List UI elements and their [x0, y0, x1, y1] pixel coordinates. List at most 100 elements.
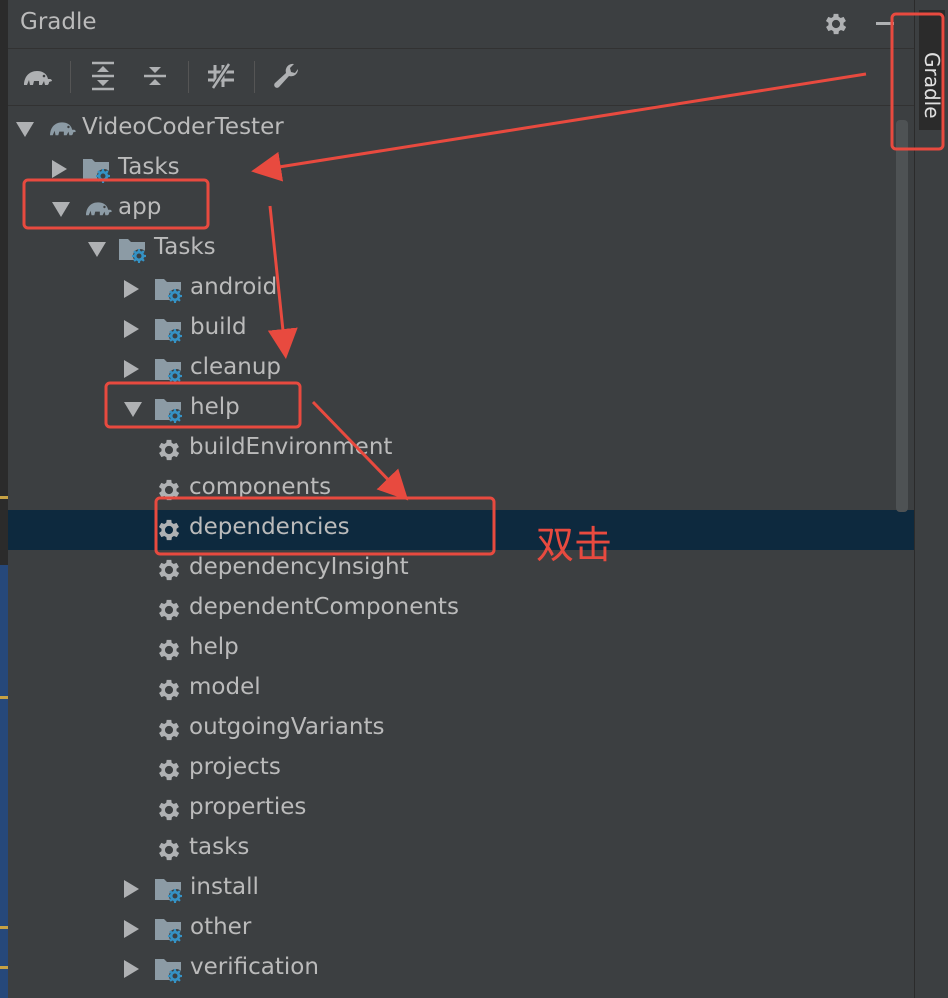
collapsed-arrow-icon[interactable] [124, 280, 142, 298]
task-group-help-label: help [190, 394, 240, 420]
task-group-android-label: android [190, 274, 278, 300]
gradle-elephant-icon [82, 195, 114, 225]
toolbar-separator [254, 61, 255, 93]
offline-icon [208, 62, 234, 90]
task-folder-icon [154, 395, 186, 425]
tree-node-app-tasks[interactable]: Tasks [8, 230, 914, 270]
expanded-arrow-icon[interactable] [124, 400, 142, 418]
task-dependentComponents-label: dependentComponents [189, 594, 459, 620]
task-tasks-label: tasks [189, 834, 250, 860]
tree-node-app-label: app [118, 194, 162, 220]
gradle-side-tab-label: Gradle [920, 52, 944, 119]
collapsed-arrow-icon[interactable] [52, 160, 70, 178]
task-dependencyInsight-label: dependencyInsight [189, 554, 409, 580]
task-group-help[interactable]: help [8, 390, 914, 430]
task-group-build-label: build [190, 314, 247, 340]
task-group-install[interactable]: install [8, 870, 914, 910]
collapse-all-button[interactable] [138, 59, 172, 93]
task-components-label: components [189, 474, 332, 500]
task-dependentComponents[interactable]: dependentComponents [8, 590, 914, 630]
task-properties[interactable]: properties [8, 790, 914, 830]
task-group-build[interactable]: build [8, 310, 914, 350]
tool-window-header: Gradle [8, 0, 914, 49]
gear-icon [155, 476, 187, 506]
collapsed-arrow-icon[interactable] [124, 360, 142, 378]
gear-icon[interactable] [822, 10, 850, 42]
gutter-marker [0, 696, 8, 699]
wrench-icon [274, 63, 299, 88]
toolbar-separator [188, 61, 189, 93]
gear-icon [155, 796, 187, 826]
editor-selection-highlight [0, 565, 8, 998]
expanded-arrow-icon[interactable] [52, 200, 70, 218]
gradle-task-tree: VideoCoderTester Tasks app Tasks android buil… [8, 110, 914, 998]
gear-icon [155, 556, 187, 586]
task-properties-label: properties [189, 794, 307, 820]
task-folder-icon [154, 915, 186, 945]
tree-node-root-tasks[interactable]: Tasks [8, 150, 914, 190]
task-group-android[interactable]: android [8, 270, 914, 310]
tree-scrollbar[interactable] [896, 120, 908, 512]
task-dependencies[interactable]: dependencies [8, 510, 914, 550]
task-group-cleanup-label: cleanup [190, 354, 282, 380]
collapsed-arrow-icon[interactable] [124, 920, 142, 938]
task-help-label: help [189, 634, 239, 660]
task-group-other-label: other [190, 914, 252, 940]
gutter-marker [0, 496, 8, 499]
gear-icon [155, 516, 187, 546]
gradle-toolbar [8, 49, 914, 106]
collapsed-arrow-icon[interactable] [124, 320, 142, 338]
gear-icon [155, 596, 187, 626]
minimize-icon[interactable] [874, 8, 896, 38]
gear-icon [155, 436, 187, 466]
task-projects-label: projects [189, 754, 281, 780]
task-outgoingVariants-label: outgoingVariants [189, 714, 385, 740]
task-model[interactable]: model [8, 670, 914, 710]
task-folder-icon [154, 315, 186, 345]
task-group-other[interactable]: other [8, 910, 914, 950]
annotation-text: 双击 [536, 523, 613, 567]
task-dependencies-label: dependencies [189, 514, 350, 540]
task-buildEnvironment[interactable]: buildEnvironment [8, 430, 914, 470]
task-folder-icon [154, 355, 186, 385]
tool-window-title: Gradle [20, 9, 97, 35]
task-model-label: model [189, 674, 261, 700]
task-folder-icon [82, 155, 114, 185]
expanded-arrow-icon[interactable] [16, 120, 34, 138]
expand-all-icon [92, 61, 114, 91]
task-outgoingVariants[interactable]: outgoingVariants [8, 710, 914, 750]
gear-icon [155, 676, 187, 706]
task-folder-icon [154, 275, 186, 305]
task-projects[interactable]: projects [8, 750, 914, 790]
tree-node-app[interactable]: app [8, 190, 914, 230]
editor-gutter-strip [0, 0, 8, 998]
tree-node-root-tasks-label: Tasks [118, 154, 180, 180]
task-help[interactable]: help [8, 630, 914, 670]
task-dependencyInsight[interactable]: dependencyInsight [8, 550, 914, 590]
task-tasks[interactable]: tasks [8, 830, 914, 870]
expand-all-button[interactable] [86, 59, 120, 93]
task-buildEnvironment-label: buildEnvironment [189, 434, 393, 460]
gear-icon [155, 756, 187, 786]
gear-icon [155, 716, 187, 746]
tree-node-root-label: VideoCoderTester [82, 114, 284, 140]
collapsed-arrow-icon[interactable] [124, 960, 142, 978]
gradle-elephant-icon [46, 115, 78, 145]
build-settings-button[interactable] [270, 59, 304, 93]
gradle-side-tab[interactable]: Gradle [919, 10, 945, 130]
task-group-verification[interactable]: verification [8, 950, 914, 990]
collapsed-arrow-icon[interactable] [124, 880, 142, 898]
gutter-marker [0, 966, 8, 969]
refresh-gradle-button[interactable] [20, 59, 54, 93]
task-group-cleanup[interactable]: cleanup [8, 350, 914, 390]
task-folder-icon [118, 235, 150, 265]
tree-node-root[interactable]: VideoCoderTester [8, 110, 914, 150]
gear-icon [155, 836, 187, 866]
expanded-arrow-icon[interactable] [88, 240, 106, 258]
task-components[interactable]: components [8, 470, 914, 510]
task-group-verification-label: verification [190, 954, 319, 980]
gutter-marker [0, 926, 8, 929]
elephant-refresh-icon [24, 71, 52, 85]
toggle-offline-button[interactable] [204, 59, 238, 93]
task-folder-icon [154, 955, 186, 985]
